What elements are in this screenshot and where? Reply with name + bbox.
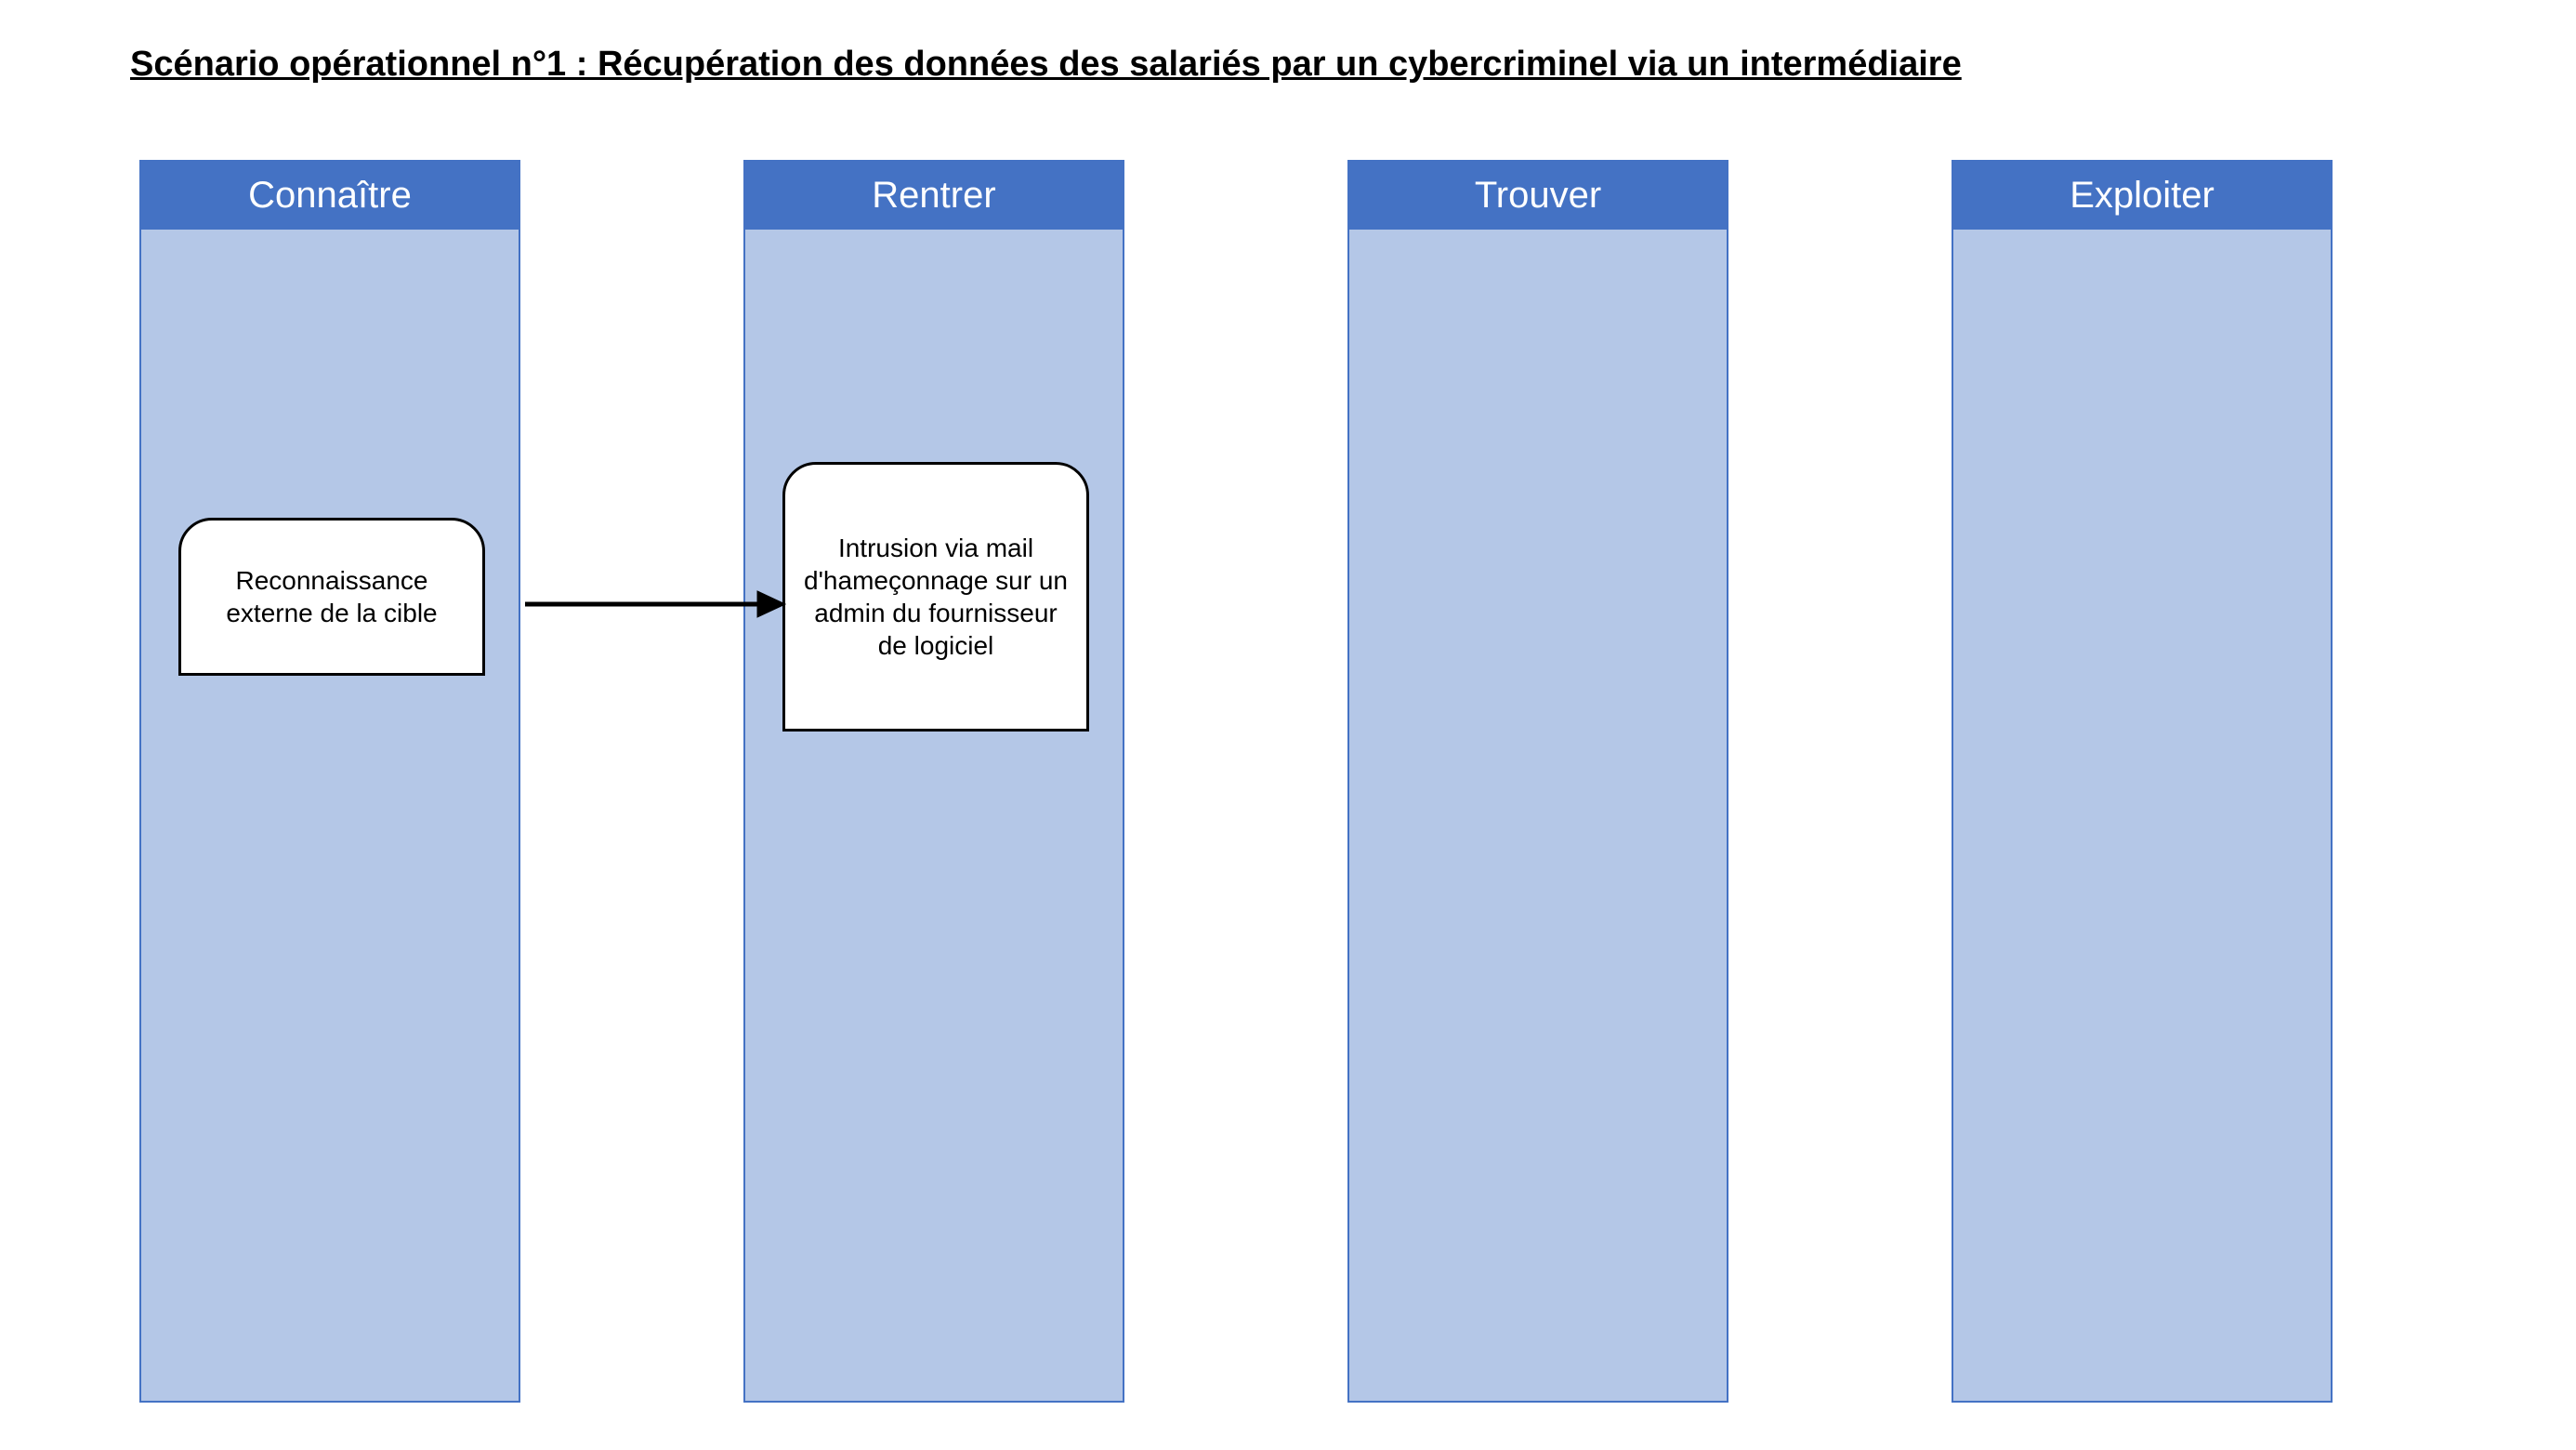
column-connaitre: Connaître Reconnaissance externe de la c… (139, 160, 520, 1403)
diagram-title: Scénario opérationnel n°1 : Récupération… (130, 45, 1962, 85)
column-header-connaitre: Connaître (141, 162, 519, 230)
column-header-trouver: Trouver (1349, 162, 1727, 230)
node-reconnaissance-label: Reconnaissance externe de la cible (200, 564, 464, 629)
node-intrusion: Intrusion via mail d'hameçonnage sur un … (782, 462, 1089, 732)
column-exploiter: Exploiter (1952, 160, 2333, 1403)
arrow-n1-n2 (520, 586, 790, 623)
column-body-exploiter (1953, 230, 2331, 1401)
node-reconnaissance: Reconnaissance externe de la cible (178, 518, 485, 676)
column-body-rentrer: Intrusion via mail d'hameçonnage sur un … (745, 230, 1123, 1401)
column-rentrer: Rentrer Intrusion via mail d'hameçonnage… (743, 160, 1124, 1403)
column-header-exploiter: Exploiter (1953, 162, 2331, 230)
column-header-rentrer: Rentrer (745, 162, 1123, 230)
node-intrusion-label: Intrusion via mail d'hameçonnage sur un … (804, 532, 1068, 662)
column-body-trouver (1349, 230, 1727, 1401)
column-body-connaitre: Reconnaissance externe de la cible (141, 230, 519, 1401)
column-trouver: Trouver (1347, 160, 1728, 1403)
